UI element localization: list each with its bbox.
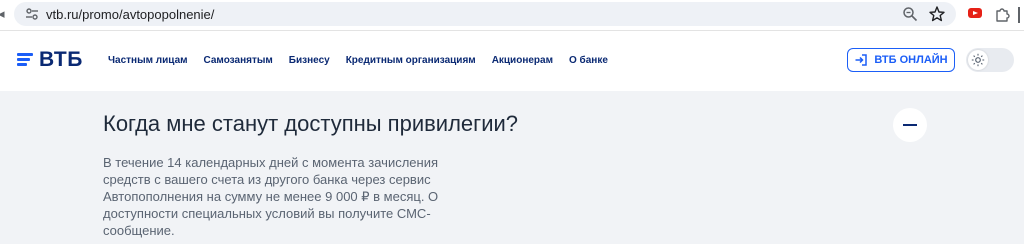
- address-bar[interactable]: vtb.ru/promo/avtopopolnenie/: [14, 2, 956, 26]
- nav-item-individuals[interactable]: Частным лицам: [108, 55, 188, 66]
- site-header: ВТБ Частным лицам Самозанятым Бизнесу Кр…: [0, 31, 1024, 91]
- vtb-online-label: ВТБ ОНЛАЙН: [874, 54, 948, 66]
- faq-question[interactable]: Когда мне станут доступны привилегии?: [103, 111, 518, 137]
- theme-toggle[interactable]: [966, 48, 1014, 72]
- url-text[interactable]: vtb.ru/promo/avtopopolnenie/: [46, 7, 214, 22]
- sun-icon: [971, 53, 985, 67]
- vtb-online-button[interactable]: ВТБ ОНЛАЙН: [847, 48, 955, 72]
- nav-item-self-employed[interactable]: Самозанятым: [204, 55, 273, 66]
- nav-item-shareholders[interactable]: Акционерам: [492, 55, 553, 66]
- bookmark-star-icon[interactable]: [928, 5, 946, 23]
- logo-stripes-icon: [17, 51, 35, 69]
- logo-text: ВТБ: [39, 48, 83, 71]
- zoom-icon[interactable]: [902, 6, 918, 22]
- youtube-extension-icon[interactable]: [968, 8, 982, 18]
- theme-toggle-knob: [968, 50, 988, 70]
- main-nav: Частным лицам Самозанятым Бизнесу Кредит…: [108, 55, 624, 66]
- profile-icon[interactable]: [1018, 7, 1024, 23]
- vtb-logo[interactable]: ВТБ: [17, 47, 83, 73]
- login-icon: [855, 54, 868, 66]
- collapse-button[interactable]: [893, 108, 927, 142]
- back-icon[interactable]: ◂: [0, 7, 8, 20]
- nav-item-credit-organizations[interactable]: Кредитным организациям: [346, 55, 476, 66]
- faq-answer: В течение 14 календарных дней с момента …: [103, 155, 439, 238]
- browser-toolbar: ◂ vtb.ru/promo/avtopopolnenie/: [0, 0, 1024, 31]
- site-info-icon[interactable]: [24, 6, 40, 22]
- extensions-icon[interactable]: [994, 5, 1012, 23]
- nav-item-business[interactable]: Бизнесу: [289, 55, 330, 66]
- nav-item-about-bank[interactable]: О банке: [569, 55, 608, 66]
